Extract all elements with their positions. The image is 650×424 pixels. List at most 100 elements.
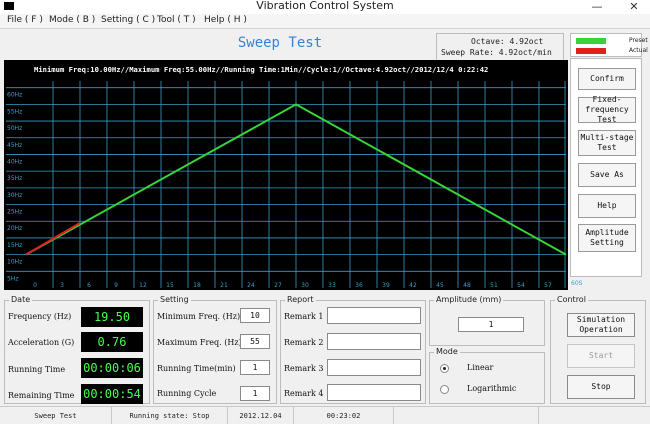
x-tick-label: 36 — [355, 282, 363, 289]
x-tick-label: 33 — [328, 282, 336, 289]
multi-stage-test-button[interactable]: Multi-stage Test — [578, 130, 636, 156]
y-tick-label: 10Hz — [7, 259, 22, 266]
frequency-value: 19.50 — [81, 307, 143, 327]
remark-3-label: Remark 3 — [284, 364, 324, 373]
remark-4-input[interactable] — [327, 384, 421, 401]
x-tick-label: 6 — [87, 282, 91, 289]
acceleration-value: 0.76 — [81, 332, 143, 352]
x-tick-label: 0 — [33, 282, 37, 289]
legend-actual-label: Actual — [629, 47, 648, 54]
running-cycle-label: Running Cycle — [157, 389, 217, 398]
logarithmic-radio[interactable] — [440, 385, 449, 394]
status-running-state: Running state: Stop — [112, 407, 228, 424]
y-tick-label: 25Hz — [7, 209, 22, 216]
x-tick-label: 24 — [247, 282, 255, 289]
remark-2-label: Remark 2 — [284, 338, 324, 347]
menu-file[interactable]: File ( F ) — [7, 15, 43, 25]
stop-button[interactable]: Stop — [567, 375, 635, 399]
window-title: Vibration Control System — [256, 0, 394, 12]
x-tick-label: 12 — [139, 282, 147, 289]
status-empty-2 — [539, 407, 650, 424]
simulation-operation-button[interactable]: Simulation Operation — [567, 313, 635, 337]
page-title: Sweep Test — [237, 35, 323, 51]
y-tick-label: 15Hz — [7, 242, 22, 249]
amplitude-input[interactable]: 1 — [458, 317, 524, 332]
octave-readout: Octave: 4.92oct — [471, 37, 544, 46]
y-tick-label: 40Hz — [7, 158, 22, 165]
x-tick-label: 15 — [166, 282, 174, 289]
setting-panel-title: Setting — [158, 295, 191, 305]
mode-panel: Mode Linear Logarithmic — [429, 347, 545, 404]
minimize-button[interactable]: — — [588, 0, 606, 13]
x-tick-label: 42 — [409, 282, 417, 289]
y-tick-label: 60Hz — [7, 92, 22, 99]
x-tick-label: 51 — [490, 282, 498, 289]
x-tick-label: 30 — [301, 282, 309, 289]
menu-tool[interactable]: Tool ( T ) — [157, 15, 196, 25]
amplitude-setting-button[interactable]: Amplitude Setting — [578, 224, 636, 252]
y-tick-label: 20Hz — [7, 225, 22, 232]
menu-bar: File ( F ) Mode ( B ) Setting ( C ) Tool… — [0, 14, 650, 29]
menu-mode[interactable]: Mode ( B ) — [49, 15, 95, 25]
app-window: Vibration Control System — ✕ File ( F ) … — [0, 0, 650, 424]
y-tick-label: 5Hz — [7, 275, 18, 282]
status-time: 00:23:02 — [294, 407, 394, 424]
sweep-info-box: Octave: 4.92oct Sweep Rate: 4.92oct/min — [436, 33, 564, 61]
x-tick-label: 3 — [60, 282, 64, 289]
close-button[interactable]: ✕ — [624, 0, 644, 13]
y-tick-label: 35Hz — [7, 175, 22, 182]
amplitude-panel: Amplitude (mm) 1 — [429, 295, 545, 346]
menu-help[interactable]: Help ( H ) — [204, 15, 247, 25]
x-tick-label: 9 — [114, 282, 118, 289]
date-panel: Date Frequency (Hz) 19.50 Acceleration (… — [4, 295, 150, 404]
frequency-label: Frequency (Hz) — [8, 312, 72, 321]
status-date: 2012.12.04 — [228, 407, 294, 424]
y-tick-label: 55Hz — [7, 108, 22, 115]
remark-2-input[interactable] — [327, 333, 421, 350]
acceleration-label: Acceleration (G) — [8, 338, 75, 347]
save-as-button[interactable]: Save As — [578, 163, 636, 187]
mode-panel-title: Mode — [434, 347, 460, 357]
logarithmic-label: Logarithmic — [467, 384, 517, 393]
chart-svg: Minimum Freq:10.00Hz//Maximum Freq:55.00… — [6, 65, 567, 289]
max-freq-label: Maximum Freq. (Hz) — [157, 338, 242, 347]
y-tick-label: 50Hz — [7, 125, 22, 132]
legend-actual-swatch — [576, 48, 606, 54]
x-axis-unit: 60S — [571, 280, 583, 287]
chart-legend: Preset Actual — [570, 33, 648, 57]
status-empty-1 — [394, 407, 539, 424]
remark-1-label: Remark 1 — [284, 312, 324, 321]
x-tick-label: 18 — [193, 282, 201, 289]
help-button[interactable]: Help — [578, 194, 636, 218]
setting-panel: Setting Minimum Freq. (Hz) 10 Maximum Fr… — [153, 295, 277, 404]
status-mode: Sweep Test — [0, 407, 112, 424]
running-cycle-input[interactable]: 1 — [240, 386, 270, 401]
max-freq-input[interactable]: 55 — [240, 334, 270, 349]
report-panel: Report Remark 1 Remark 2 Remark 3 Remark… — [280, 295, 426, 404]
running-time-value: 00:00:06 — [81, 358, 143, 378]
running-time-input[interactable]: 1 — [240, 360, 270, 375]
y-tick-label: 30Hz — [7, 192, 22, 199]
confirm-button[interactable]: Confirm — [578, 68, 636, 90]
menu-setting[interactable]: Setting ( C ) — [101, 15, 155, 25]
title-bar: Vibration Control System — ✕ — [0, 0, 650, 14]
x-tick-label: 21 — [220, 282, 228, 289]
x-tick-label: 45 — [436, 282, 444, 289]
min-freq-input[interactable]: 10 — [240, 308, 270, 323]
chart-header-text: Minimum Freq:10.00Hz//Maximum Freq:55.00… — [34, 65, 488, 74]
fixed-frequency-test-button[interactable]: Fixed-frequency Test — [578, 95, 636, 124]
remark-3-input[interactable] — [327, 359, 421, 376]
start-button[interactable]: Start — [567, 344, 635, 368]
remark-4-label: Remark 4 — [284, 389, 324, 398]
control-panel-title: Control — [555, 295, 588, 305]
y-tick-label: 45Hz — [7, 142, 22, 149]
linear-label: Linear — [467, 363, 494, 372]
remaining-time-label: Remaining Time — [8, 391, 75, 400]
linear-radio[interactable] — [440, 364, 449, 373]
running-time-min-label: Running Time(min) — [157, 364, 236, 373]
report-panel-title: Report — [285, 295, 316, 305]
x-tick-label: 57 — [544, 282, 552, 289]
sweep-rate-readout: Sweep Rate: 4.92oct/min — [441, 48, 552, 57]
remark-1-input[interactable] — [327, 307, 421, 324]
sweep-chart: Minimum Freq:10.00Hz//Maximum Freq:55.00… — [4, 60, 568, 290]
